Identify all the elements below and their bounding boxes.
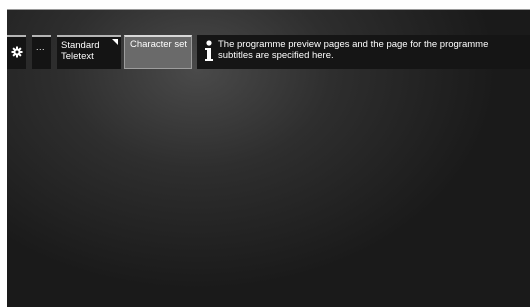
more-label: ... [36, 42, 46, 52]
settings-menu-tile[interactable] [7, 35, 26, 69]
info-icon [205, 40, 213, 61]
character-set-menu-item[interactable]: Character set [124, 35, 192, 69]
menu-bar: ... Standard Teletext Character set The … [7, 35, 530, 77]
info-text: The programme preview pages and the page… [218, 39, 489, 61]
standard-teletext-menu-item[interactable]: Standard Teletext [57, 35, 121, 69]
corner-triangle-icon [112, 39, 118, 45]
more-menu-tile[interactable]: ... [32, 35, 51, 69]
gear-icon [11, 46, 23, 58]
info-panel: The programme preview pages and the page… [197, 35, 530, 69]
tv-screen: ... Standard Teletext Character set The … [7, 9, 530, 307]
character-set-label: Character set [130, 39, 188, 50]
standard-teletext-label: Standard Teletext [61, 40, 100, 62]
